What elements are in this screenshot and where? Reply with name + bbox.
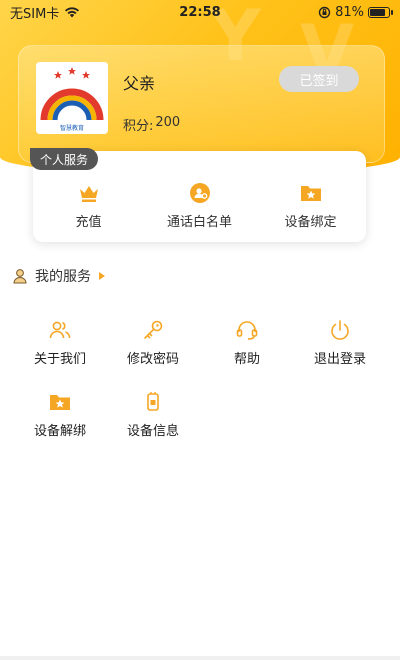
avatar-caption: 智慧教育 — [60, 124, 84, 132]
grid-item-help[interactable]: 帮助 — [207, 318, 287, 367]
grid-item-device-info[interactable]: 设备信息 — [113, 390, 193, 439]
person-icon — [13, 269, 27, 284]
status-left: 无SIM卡 — [10, 3, 80, 22]
caret-right-icon — [99, 272, 105, 280]
grid-item-change-password[interactable]: 修改密码 — [113, 318, 193, 367]
service-item-label: 设备绑定 — [284, 215, 337, 230]
personal-services-tag: 个人服务 — [30, 148, 99, 170]
points-display: 积分: 200 — [123, 115, 180, 134]
avatar[interactable]: 智慧教育 — [36, 62, 108, 134]
service-item-label: 充值 — [75, 215, 102, 230]
status-right: 81% — [318, 4, 393, 20]
folder-star-icon — [50, 395, 70, 410]
key-icon — [144, 320, 163, 339]
grid-item-label: 帮助 — [233, 352, 260, 367]
points-value: 200 — [155, 115, 181, 130]
service-item-label: 通话白名单 — [166, 215, 232, 230]
grid-item-about-us[interactable]: 关于我们 — [20, 318, 100, 367]
contact-icon — [189, 183, 210, 203]
my-services-header[interactable]: 我的服务 — [12, 266, 106, 286]
grid-item-label: 设备信息 — [126, 424, 179, 439]
orientation-lock-icon — [318, 6, 331, 18]
headset-icon — [236, 321, 258, 340]
profile-card: 智慧教育 父亲 积分: 200 已签到 — [18, 45, 385, 163]
grid-item-label: 关于我们 — [33, 352, 86, 367]
grid-item-label: 修改密码 — [126, 352, 179, 367]
bottom-edge — [0, 656, 400, 660]
service-item-whitelist[interactable]: 通话白名单 — [145, 181, 255, 230]
grid-item-label: 退出登录 — [313, 352, 366, 367]
grid-item-label: 设备解绑 — [33, 424, 86, 439]
carrier-text: 无SIM卡 — [10, 6, 60, 22]
crown-icon — [79, 186, 98, 202]
signin-button[interactable]: 已签到 — [279, 66, 359, 92]
grid-item-logout[interactable]: 退出登录 — [300, 318, 380, 367]
battery-percent: 81% — [335, 4, 364, 20]
users-icon — [49, 321, 71, 339]
grid-item-device-unbind[interactable]: 设备解绑 — [20, 390, 100, 439]
points-label: 积分: — [123, 119, 154, 134]
school-logo-icon: 智慧教育 — [36, 62, 108, 134]
battery-icon — [368, 6, 393, 18]
wifi-icon — [65, 7, 80, 18]
power-icon — [331, 320, 349, 340]
status-bar: 无SIM卡 22:58 81% — [0, 0, 400, 24]
user-name: 父亲 — [123, 74, 156, 93]
my-services-title: 我的服务 — [35, 269, 91, 285]
device-icon — [147, 392, 159, 411]
folder-star-icon — [300, 186, 321, 201]
service-item-recharge[interactable]: 充值 — [34, 181, 144, 230]
service-item-device-bind[interactable]: 设备绑定 — [256, 181, 366, 230]
